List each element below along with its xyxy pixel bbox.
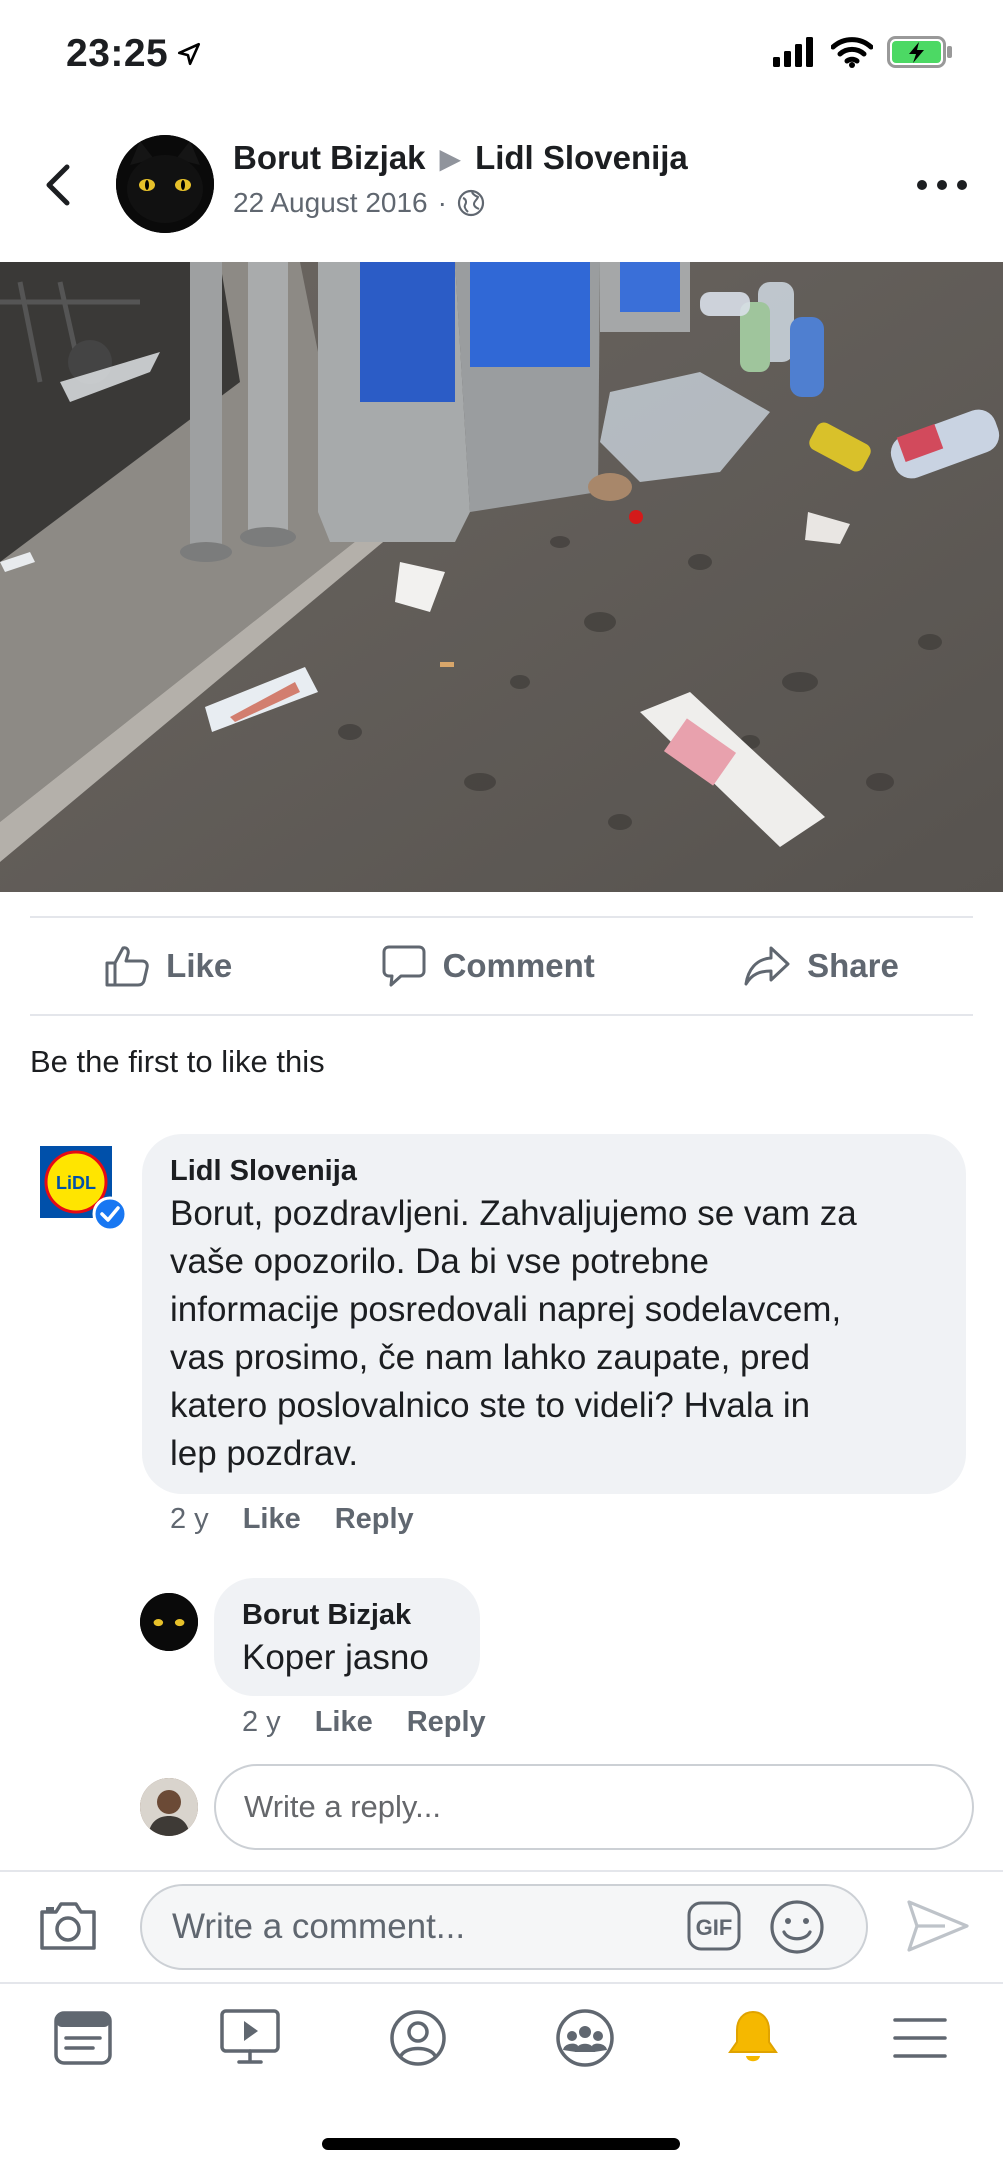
tab-menu[interactable] [887, 2005, 953, 2071]
tab-profile[interactable] [385, 2005, 451, 2071]
comment-bubble[interactable]: Lidl Slovenija Borut, pozdravljeni. Zahv… [142, 1134, 966, 1494]
status-bar: 23:25 [0, 0, 1003, 110]
camera-icon [40, 1902, 96, 1950]
post-date[interactable]: 22 August 2016 [233, 187, 428, 219]
reply-meta: 2 y Like Reply [242, 1706, 486, 1739]
bottom-tab-bar [0, 1982, 1003, 2092]
comment-like-button[interactable]: Like [243, 1503, 301, 1536]
comment-placeholder: Write a comment... [172, 1907, 466, 1946]
comment-text-line: vas prosimo, če nam lahko zaupate, pred [170, 1338, 811, 1377]
video-play-icon [220, 2009, 281, 2064]
gif-label: GIF [696, 1915, 733, 1940]
location-arrow-icon [178, 42, 201, 66]
smiley-icon [770, 1900, 824, 1954]
profile-icon [390, 2010, 446, 2066]
share-label: Share [807, 947, 899, 984]
home-indicator[interactable] [322, 2138, 680, 2150]
lidl-avatar[interactable]: LiDL [40, 1146, 128, 1232]
reply-text: Koper jasno [242, 1638, 429, 1677]
globe-icon [457, 189, 485, 217]
share-button[interactable]: Share [743, 945, 899, 987]
signal-icon [773, 37, 813, 67]
black-cat-avatar-icon [116, 135, 214, 233]
reply-input[interactable]: Write a reply... [214, 1764, 974, 1850]
tab-notifications[interactable] [720, 2005, 786, 2071]
post-author-line: Borut Bizjak ▶ Lidl Slovenija [233, 139, 688, 177]
post-author-name[interactable]: Borut Bizjak [233, 139, 426, 177]
black-cat-avatar-icon [140, 1593, 198, 1651]
bell-icon [727, 2010, 778, 2062]
triangle-right-icon: ▶ [439, 142, 462, 174]
battery-icon [887, 36, 952, 68]
post-header: Borut Bizjak ▶ Lidl Slovenija 22 August … [0, 125, 1003, 245]
comment-text-line: vaše opozorilo. Da bi vse potrebne [170, 1242, 709, 1281]
user-photo-avatar [140, 1778, 198, 1836]
dot [917, 180, 927, 190]
gif-button[interactable]: GIF [686, 1900, 742, 1952]
like-button[interactable]: Like [104, 944, 232, 988]
comment-bubble-icon [382, 945, 426, 987]
dot [957, 180, 967, 190]
comment-composer: Write a comment... GIF [0, 1870, 1003, 1980]
comment-button[interactable]: Comment [381, 944, 595, 988]
chevron-left-icon [46, 164, 70, 206]
clock-text: 23:25 [66, 32, 169, 75]
more-options-button[interactable] [917, 165, 967, 205]
status-time: 23:25 [66, 32, 202, 76]
comment-text: Borut, pozdravljeni. Zahvaljujemo se vam… [170, 1190, 938, 1478]
post-target-page[interactable]: Lidl Slovenija [475, 139, 688, 177]
post-date-line: 22 August 2016 · [233, 187, 485, 219]
tab-news-feed[interactable] [50, 2005, 116, 2071]
post-action-bar: Like Comment Share [30, 916, 973, 1016]
litter-photo [0, 262, 1003, 892]
reply-age[interactable]: 2 y [242, 1706, 281, 1739]
svg-text:LiDL: LiDL [56, 1173, 96, 1193]
like-label: Like [166, 947, 233, 984]
dot [937, 180, 947, 190]
gif-icon: GIF [687, 1901, 741, 1951]
send-button[interactable] [905, 1896, 971, 1956]
comment-label: Comment [442, 947, 595, 984]
camera-button[interactable] [36, 1894, 100, 1958]
comment-text-line: informacije posredovali naprej sodelavce… [170, 1290, 842, 1329]
share-arrow-icon [744, 946, 790, 986]
comment-text-line: katero poslovalnico ste to videli? Hvala… [170, 1386, 811, 1425]
hamburger-menu-icon [893, 2018, 947, 2058]
news-feed-icon [54, 2011, 112, 2065]
verified-badge-icon [92, 1196, 128, 1232]
comment-input[interactable]: Write a comment... GIF [140, 1884, 868, 1970]
thumbs-up-icon [105, 946, 149, 987]
comment-reply-button[interactable]: Reply [335, 1503, 414, 1536]
wifi-icon [831, 37, 873, 68]
comment-text-line: Borut, pozdravljeni. Zahvaljujemo se vam… [170, 1194, 857, 1233]
reply-author-avatar[interactable] [140, 1593, 198, 1651]
comment-text-line: lep pozdrav. [170, 1434, 359, 1473]
reply-author[interactable]: Borut Bizjak [242, 1596, 452, 1634]
send-arrow-icon [907, 1900, 969, 1952]
comment-author[interactable]: Lidl Slovenija [170, 1152, 938, 1190]
emoji-button[interactable] [768, 1898, 826, 1956]
post-photo[interactable] [0, 262, 1003, 892]
separator-dot: · [437, 187, 447, 218]
comment-age[interactable]: 2 y [170, 1503, 209, 1536]
status-indicators [773, 36, 953, 68]
likes-summary: Be the first to like this [30, 1044, 325, 1079]
reply-bubble[interactable]: Borut Bizjak Koper jasno [214, 1578, 480, 1696]
author-avatar[interactable] [116, 135, 214, 233]
current-user-avatar [140, 1778, 198, 1836]
tab-watch[interactable] [217, 2005, 283, 2071]
reply-like-button[interactable]: Like [315, 1706, 373, 1739]
tab-groups[interactable] [552, 2005, 618, 2071]
back-button[interactable] [36, 157, 80, 213]
reply-reply-button[interactable]: Reply [407, 1706, 486, 1739]
comment-meta: 2 y Like Reply [170, 1503, 414, 1536]
groups-icon [556, 2009, 614, 2067]
